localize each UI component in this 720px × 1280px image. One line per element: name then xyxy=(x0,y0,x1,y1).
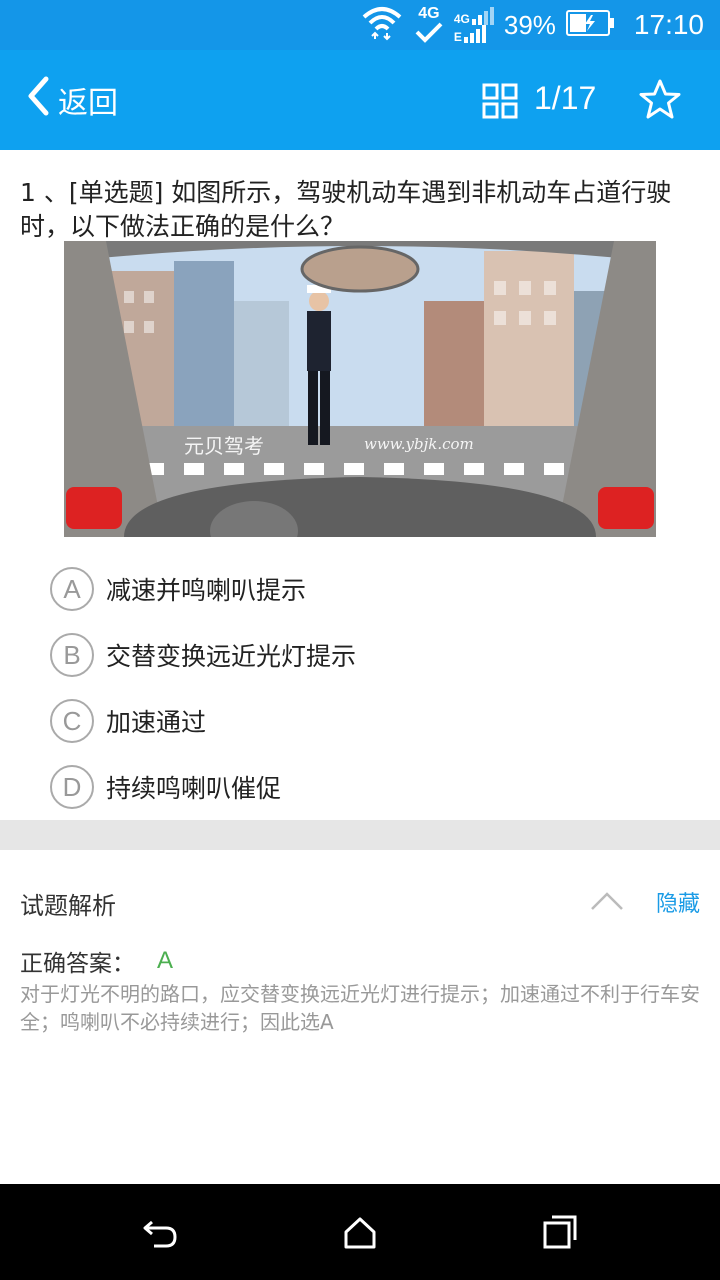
network-type-label: 4G xyxy=(418,5,440,22)
analysis-title: 试题解析 xyxy=(20,892,116,920)
section-divider xyxy=(0,820,720,850)
option-a[interactable]: A 减速并鸣喇叭提示 xyxy=(50,556,690,622)
correct-answer-label: 正确答案： xyxy=(20,951,135,977)
option-text: 持续鸣喇叭催促 xyxy=(106,774,282,803)
correct-answer-row: 正确答案： A xyxy=(20,944,173,978)
status-bar: 4G 4G E 39% 17:10 xyxy=(0,0,720,50)
home-icon[interactable] xyxy=(340,1212,380,1256)
app-bar: 返回 1/17 xyxy=(0,50,720,150)
recent-apps-icon[interactable] xyxy=(540,1212,580,1256)
option-text: 交替变换远近光灯提示 xyxy=(106,642,357,671)
status-icons: 4G 4G E 39% 17:10 xyxy=(360,0,704,50)
wifi-icon xyxy=(360,3,404,48)
option-letter: C xyxy=(50,699,94,743)
answer-options: A 减速并鸣喇叭提示 B 交替变换远近光灯提示 C 加速通过 D 持续鸣喇叭催促 xyxy=(50,556,690,820)
signal-icon: 4G E xyxy=(454,7,494,43)
option-letter: A xyxy=(50,567,94,611)
back-label: 返回 xyxy=(58,86,118,121)
option-b[interactable]: B 交替变换远近光灯提示 xyxy=(50,622,690,688)
network-type-label-2: 4G xyxy=(453,12,470,26)
option-text: 减速并鸣喇叭提示 xyxy=(106,576,307,605)
clock: 17:10 xyxy=(633,9,704,40)
option-c[interactable]: C 加速通过 xyxy=(50,688,690,754)
grid-icon[interactable] xyxy=(482,83,518,123)
battery-percent: 39% xyxy=(503,9,556,40)
analysis-panel: 试题解析 隐藏 正确答案： A 对于灯光不明的路口，应交替变换远近光灯进行提示；… xyxy=(0,850,720,1184)
battery-icon xyxy=(565,9,616,41)
option-letter: B xyxy=(50,633,94,677)
hide-analysis-button[interactable]: 隐藏 xyxy=(656,886,700,918)
option-d[interactable]: D 持续鸣喇叭催促 xyxy=(50,754,690,820)
back-nav-icon[interactable] xyxy=(140,1212,180,1256)
chevron-left-icon xyxy=(26,76,50,124)
correct-answer-value: A xyxy=(157,947,174,974)
back-button[interactable]: 返回 xyxy=(26,76,118,124)
network-type-label-3: E xyxy=(453,30,462,44)
option-letter: D xyxy=(50,765,94,809)
chevron-up-icon[interactable] xyxy=(590,890,624,916)
question-text: 1 、[单选题] 如图所示，驾驶机动车遇到非机动车占道行驶时，以下做法正确的是什… xyxy=(20,178,672,241)
question-image: 元贝驾考 www.ybjk.com xyxy=(64,241,656,561)
explanation-text: 对于灯光不明的路口，应交替变换远近光灯进行提示；加速通过不利于行车安全；鸣喇叭不… xyxy=(20,982,700,1034)
system-nav-bar xyxy=(0,1184,720,1280)
question-progress: 1/17 xyxy=(534,80,597,116)
watermark-cn: 元贝驾考 xyxy=(184,434,264,458)
watermark-url: www.ybjk.com xyxy=(364,435,474,453)
star-icon[interactable] xyxy=(638,78,682,124)
option-text: 加速通过 xyxy=(106,708,207,737)
network-4g-icon: 4G xyxy=(414,5,444,43)
